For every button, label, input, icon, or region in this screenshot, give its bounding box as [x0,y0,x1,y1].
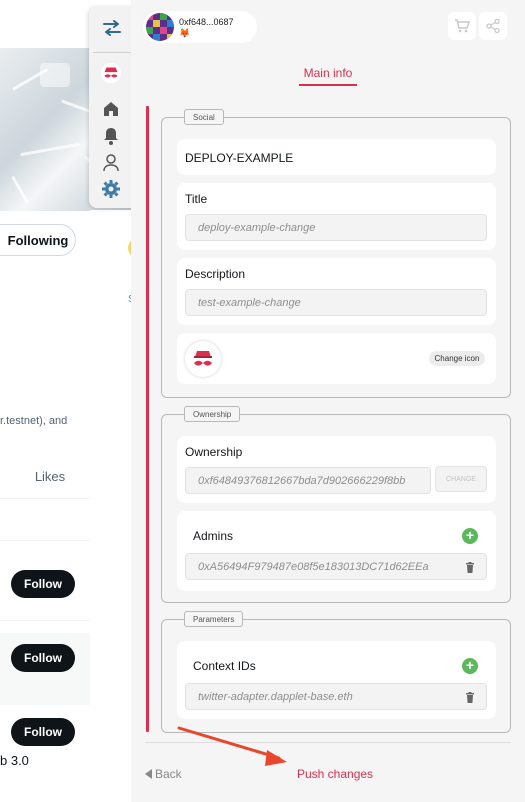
tab-likes[interactable]: Likes [0,455,90,499]
follow-button-2[interactable]: Follow [11,644,75,672]
bio-text: r.testnet), and [0,415,68,427]
following-button[interactable]: Following [0,224,76,256]
group-legend-ownership: Ownership [184,406,241,422]
tab-main-info[interactable]: Main info [298,66,358,80]
add-admin-button[interactable]: + [462,528,478,544]
add-context-button[interactable]: + [462,658,478,674]
avatar [146,13,174,41]
title-label: Title [185,192,208,206]
metamask-fox-icon: 🦊 [179,28,191,38]
admin-address-field[interactable]: 0xA56494F979487e08f5e183013DC71d62EEa [185,553,487,580]
scrollbar[interactable] [146,106,149,732]
share-icon[interactable] [479,12,507,40]
chevron-left-icon [145,769,152,779]
admins-label: Admins [193,529,234,543]
ownership-label: Ownership [185,445,243,459]
module-name: DEPLOY-EXAMPLE [185,151,294,165]
annotation-arrow-icon [177,726,287,766]
follow-button-1[interactable]: Follow [11,570,75,598]
divider [0,540,90,541]
title-card: Title deploy-example-change [177,183,496,250]
description-card: Description test-example-change [177,258,496,325]
swap-arrows-icon[interactable] [89,6,135,50]
admin-address: 0xA56494F979487e08f5e183013DC71d62EEa [198,560,429,573]
push-changes-button[interactable]: Push changes [297,767,373,781]
title-input[interactable]: deploy-example-change [185,214,487,241]
wallet-address: 0xf648...0687 [179,17,234,27]
divider [0,620,90,621]
bio-fragment: b 3.0 [0,753,29,768]
change-owner-button[interactable]: CHANGE [435,466,487,492]
dapplet-sidebar [89,6,135,208]
home-icon[interactable] [100,98,122,120]
group-legend-social: Social [184,109,224,125]
context-ids-card: Context IDs + twitter-adapter.dapplet-ba… [177,641,496,719]
change-icon-button[interactable]: Change icon [429,351,485,366]
cart-icon[interactable] [448,12,476,40]
owner-address-field[interactable]: 0xf64849376812667bda7d902666229f8bb [185,467,431,494]
description-label: Description [185,267,246,281]
module-name-card: DEPLOY-EXAMPLE [177,139,496,175]
bell-icon[interactable] [100,125,122,147]
follow-button-3[interactable]: Follow [11,718,75,746]
context-id-field[interactable]: twitter-adapter.dapplet-base.eth [185,683,487,710]
trash-icon[interactable] [464,561,476,573]
admins-card: Admins + 0xA56494F979487e08f5e183013DC71… [177,511,496,591]
ownership-card: Ownership 0xf64849376812667bda7d90266622… [177,436,496,503]
user-icon[interactable] [100,152,122,174]
back-label: Back [155,767,182,781]
trash-icon[interactable] [464,691,476,703]
wallet-badge[interactable]: 0xf648...0687 🦊 [143,11,257,43]
icon-card: Change icon [177,333,496,384]
dapplets-logo-icon[interactable] [100,62,122,84]
dapplet-overlay-panel: 0xf648...0687 🦊 Main info Social DEPLOY-… [131,0,525,802]
description-input[interactable]: test-example-change [185,289,487,316]
nav-separator [93,52,131,53]
module-logo-icon [185,341,221,377]
back-button[interactable]: Back [145,767,182,781]
context-ids-label: Context IDs [193,659,256,673]
gear-icon[interactable] [100,178,122,200]
group-legend-parameters: Parameters [184,611,244,627]
active-tab-underline [299,84,357,86]
